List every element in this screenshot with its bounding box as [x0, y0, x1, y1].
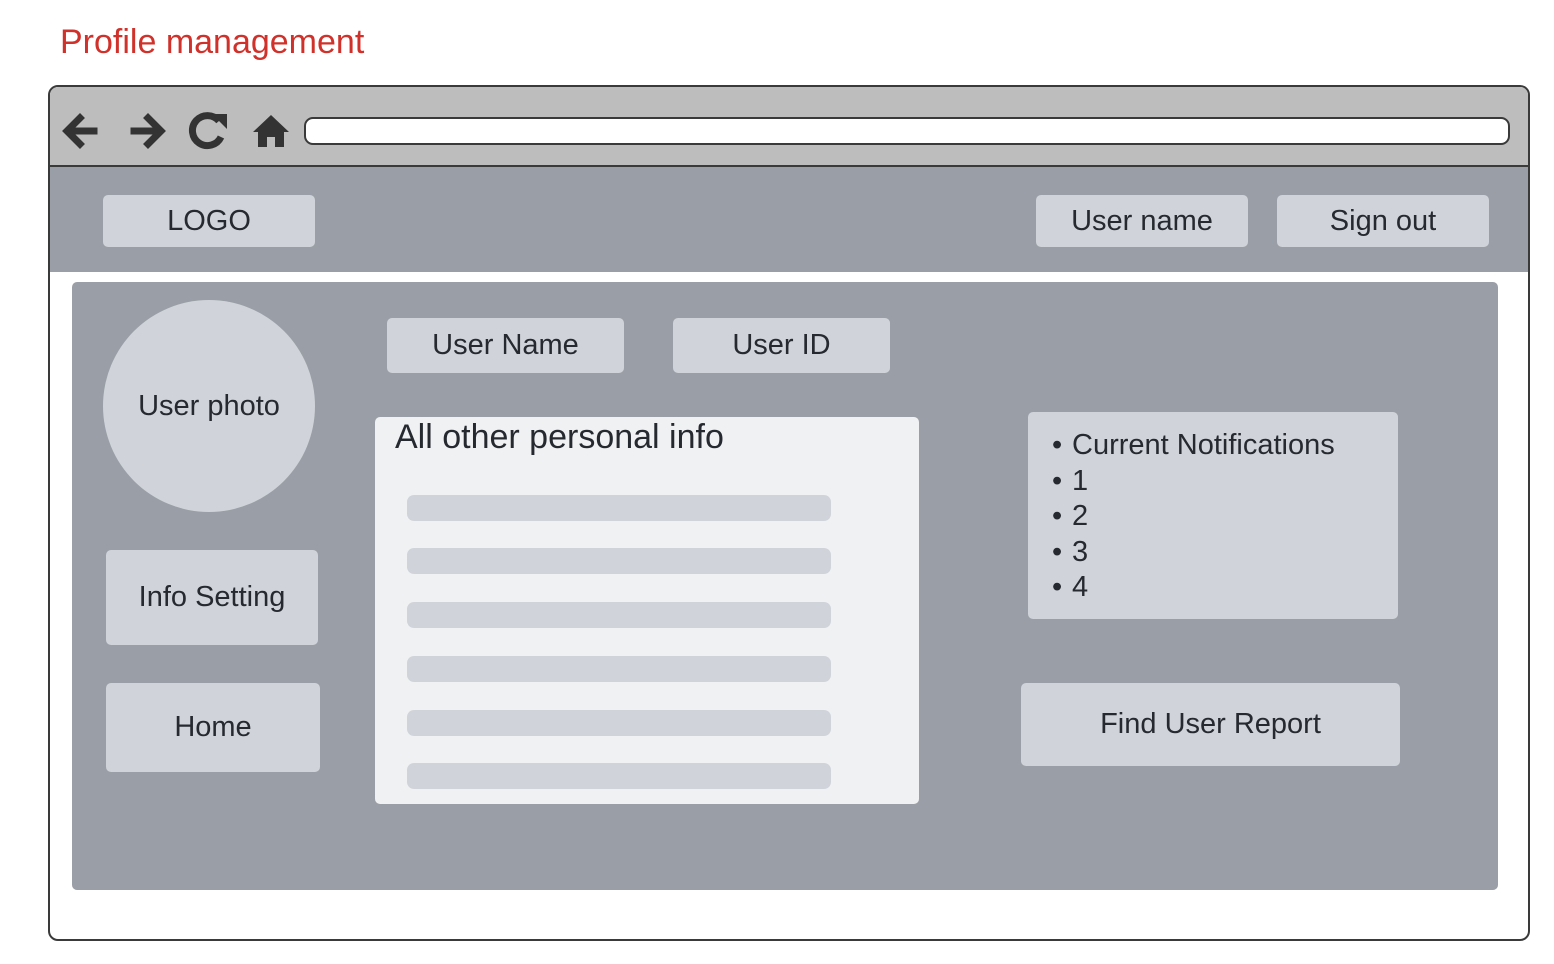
forward-arrow-icon[interactable] — [126, 109, 170, 153]
personal-info-title: All other personal info — [395, 418, 724, 456]
notifications-list: • Current Notifications • 1 • 2 • 3 • 4 — [1052, 428, 1398, 606]
notification-item-text: 4 — [1072, 571, 1089, 603]
find-user-report-button[interactable]: Find User Report — [1021, 683, 1400, 766]
page-title: Profile management — [60, 23, 365, 61]
notification-item[interactable]: • 1 — [1052, 464, 1398, 500]
notification-item-text: 1 — [1072, 464, 1089, 497]
info-line — [407, 495, 831, 521]
home-button[interactable]: Home — [106, 683, 320, 772]
notification-item[interactable]: • 3 — [1052, 535, 1398, 571]
browser-toolbar — [50, 87, 1528, 167]
sign-out-button[interactable]: Sign out — [1277, 195, 1489, 247]
user-name-field: User Name — [387, 318, 624, 373]
address-bar[interactable] — [304, 117, 1510, 145]
notification-item[interactable]: • 4 — [1052, 570, 1398, 606]
logo[interactable]: LOGO — [103, 195, 315, 247]
notifications-title: • Current Notifications — [1052, 428, 1398, 464]
reload-icon[interactable] — [187, 109, 231, 153]
bullet: • — [1052, 464, 1063, 497]
personal-info-card: All other personal info — [375, 417, 919, 804]
browser-window: LOGO User name Sign out User photo Info … — [48, 85, 1530, 941]
bullet: • — [1052, 535, 1063, 568]
bullet: • — [1052, 429, 1063, 461]
notification-item-text: 3 — [1072, 535, 1089, 568]
site-header: LOGO User name Sign out — [50, 167, 1528, 272]
notification-item[interactable]: • 2 — [1052, 499, 1398, 535]
bullet: • — [1052, 571, 1063, 603]
info-setting-button[interactable]: Info Setting — [106, 550, 318, 645]
back-arrow-icon[interactable] — [58, 109, 102, 153]
profile-panel: User photo Info Setting Home User Name U… — [72, 282, 1498, 890]
info-line — [407, 763, 831, 789]
user-id-field: User ID — [673, 318, 890, 373]
home-icon[interactable] — [249, 109, 293, 153]
bullet: • — [1052, 500, 1063, 532]
notifications-title-text: Current Notifications — [1072, 429, 1335, 461]
user-name-button[interactable]: User name — [1036, 195, 1248, 247]
info-line — [407, 548, 831, 574]
info-line — [407, 710, 831, 736]
info-line — [407, 602, 831, 628]
notification-item-text: 2 — [1072, 500, 1089, 532]
user-photo[interactable]: User photo — [103, 300, 315, 512]
info-line — [407, 656, 831, 682]
notifications-box: • Current Notifications • 1 • 2 • 3 • 4 — [1028, 412, 1398, 619]
